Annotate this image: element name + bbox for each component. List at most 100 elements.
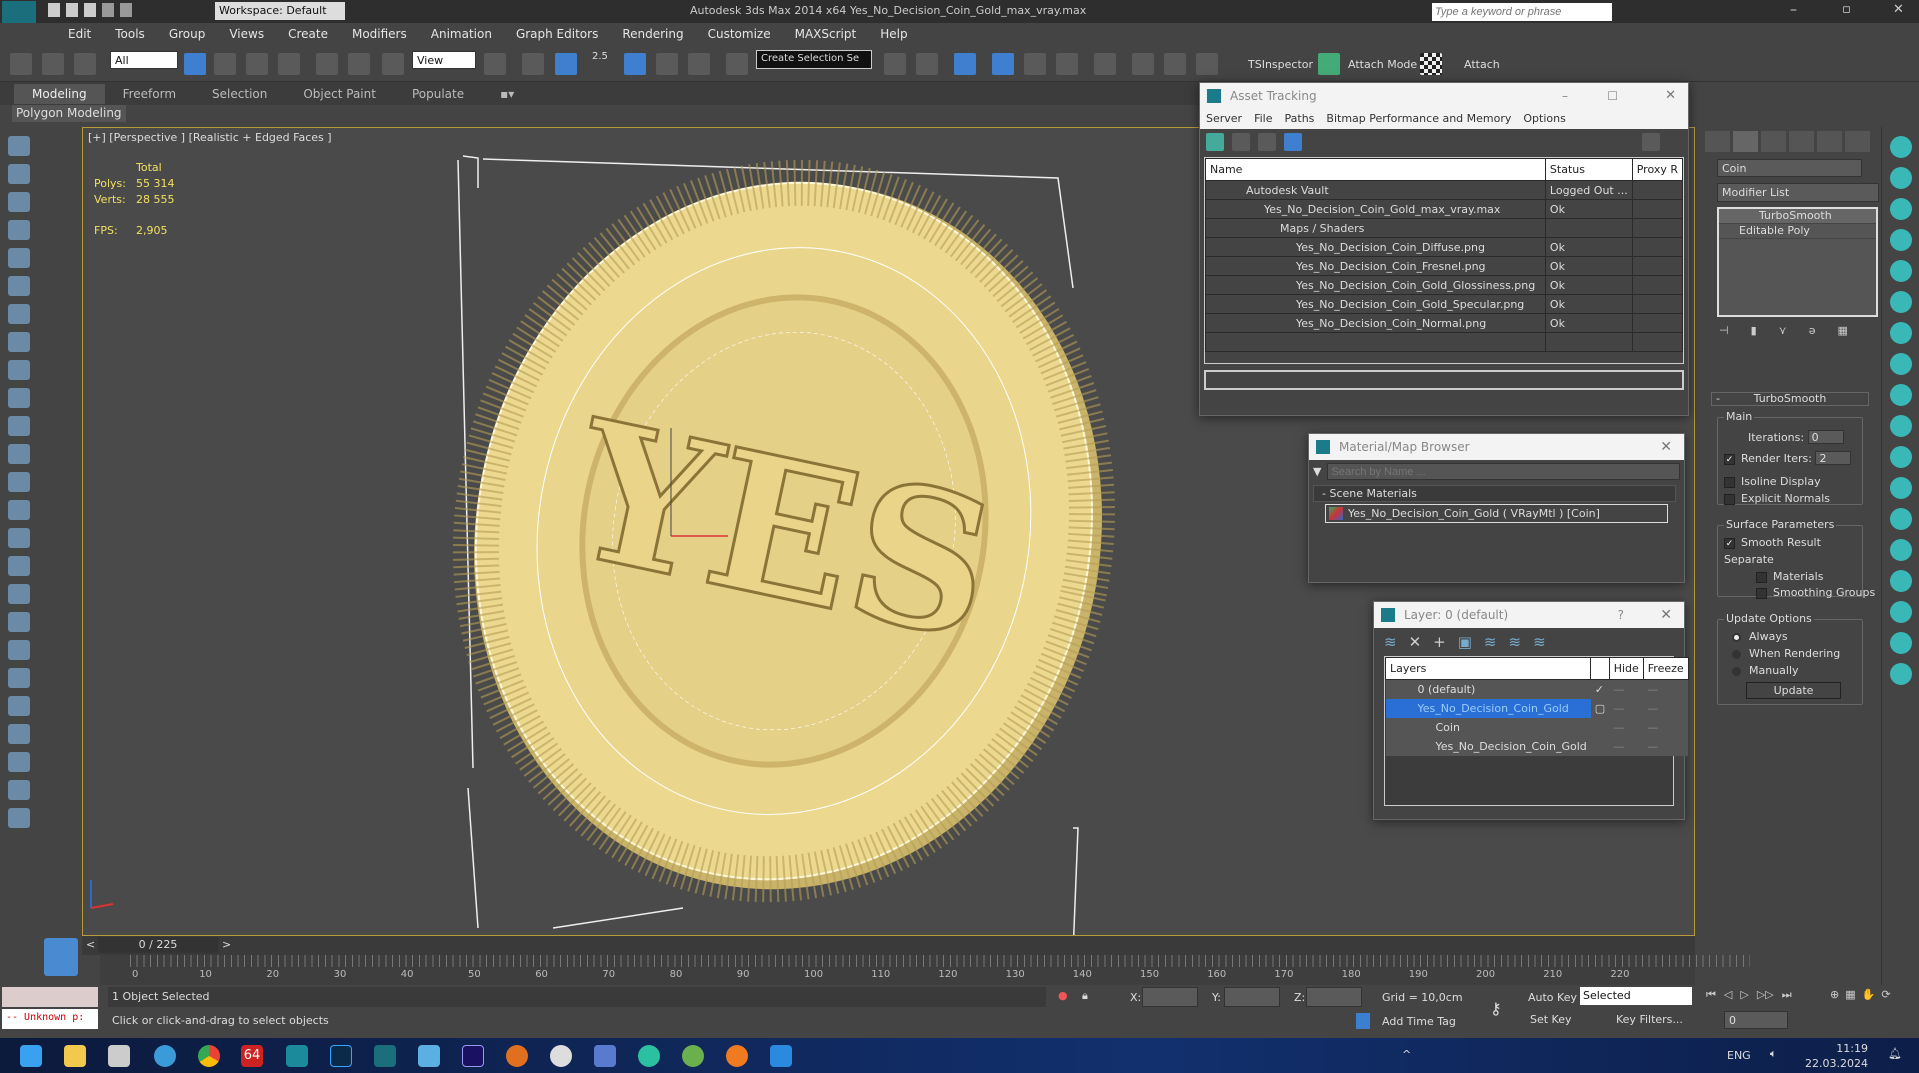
layer-row[interactable]: 0 (default) ✓ — —	[1385, 679, 1689, 699]
freeze-all-icon[interactable]: ≋	[1533, 633, 1546, 651]
tool-icon[interactable]	[7, 640, 30, 660]
layer-titlebar[interactable]: Layer: 0 (default) ? ✕	[1374, 602, 1684, 628]
after-effects-icon[interactable]	[462, 1045, 484, 1067]
table-row[interactable]: Yes_No_Decision_Coin_Gold_Specular.png Ok	[1205, 294, 1683, 314]
list-icon[interactable]	[1889, 322, 1912, 344]
col-freeze[interactable]: Freeze	[1642, 657, 1689, 680]
workspace-dropdown[interactable]: Workspace: Default	[215, 2, 345, 20]
render-iters-checkbox[interactable]: ✓	[1724, 453, 1735, 465]
go-to-end-icon[interactable]: ⏭	[1782, 988, 1792, 1002]
refresh-icon[interactable]	[1206, 133, 1224, 151]
table-row[interactable]: Yes_No_Decision_Coin_Normal.png Ok	[1205, 313, 1683, 333]
key-mode-dropdown[interactable]: Selected	[1580, 987, 1692, 1005]
tree-icon[interactable]	[1889, 260, 1912, 282]
bind-space-warp-icon[interactable]	[74, 53, 96, 75]
select-manipulate-icon[interactable]	[522, 53, 544, 75]
tool-icon[interactable]	[7, 584, 30, 604]
link-icon[interactable]	[10, 53, 32, 75]
show-end-result-icon[interactable]: ▮	[1751, 324, 1757, 337]
manually-radio[interactable]	[1732, 666, 1741, 676]
hierarchy-tab-icon[interactable]	[1761, 131, 1786, 152]
task-view-icon[interactable]	[108, 1045, 130, 1067]
layer-row[interactable]: Yes_No_Decision_Coin_Gold — —	[1385, 736, 1689, 756]
material-item[interactable]: Yes_No_Decision_Coin_Gold ( VRayMtl ) [C…	[1325, 504, 1668, 523]
tab-populate[interactable]: Populate	[394, 87, 482, 101]
layer-row[interactable]: Coin — —	[1385, 717, 1689, 737]
next-key-icon[interactable]: ▷▷	[1757, 988, 1774, 1002]
unlink-icon[interactable]	[42, 53, 64, 75]
polygon-modeling-tab[interactable]: Polygon Modeling	[12, 105, 126, 122]
menu-create[interactable]: Create	[276, 27, 340, 41]
maximize-button[interactable]: ☐	[1607, 83, 1618, 109]
tool-icon[interactable]	[7, 388, 30, 408]
tool-icon[interactable]	[7, 780, 30, 800]
tool-icon[interactable]	[7, 668, 30, 688]
edge-icon[interactable]	[638, 1045, 660, 1067]
language-indicator[interactable]: ENG	[1727, 1049, 1751, 1062]
rendered-frame-icon[interactable]	[1164, 53, 1186, 75]
table-row[interactable]: Yes_No_Decision_Coin_Gold_max_vray.max Ok	[1205, 199, 1683, 219]
time-tag-icon[interactable]	[1356, 1013, 1370, 1029]
menu-group[interactable]: Group	[157, 27, 218, 41]
ribbon-toggle-icon[interactable]	[992, 53, 1014, 75]
lock-selection-icon[interactable]: 🔒︎	[1082, 989, 1088, 1003]
menu-maxscript[interactable]: MAXScript	[783, 27, 869, 41]
tool-icon[interactable]	[7, 332, 30, 352]
zoom-all-icon[interactable]: ▦	[1845, 988, 1855, 1001]
file-explorer-icon[interactable]	[64, 1045, 86, 1067]
app-64-icon[interactable]: 64	[241, 1045, 263, 1067]
notepad-icon[interactable]	[418, 1045, 440, 1067]
windows-start-icon[interactable]	[20, 1045, 42, 1067]
z-coord-field[interactable]	[1306, 987, 1362, 1007]
tool-icon[interactable]	[7, 612, 30, 632]
3dsmax-active-icon[interactable]	[374, 1045, 396, 1067]
modifier-list-dropdown[interactable]: Modifier List	[1717, 183, 1879, 202]
thumbnail-view-icon[interactable]	[1258, 133, 1276, 151]
tab-freeform[interactable]: Freeform	[105, 87, 194, 101]
configure-sets-icon[interactable]: ▦	[1838, 324, 1848, 337]
tool-icon[interactable]	[7, 416, 30, 436]
table-view-icon[interactable]	[1284, 133, 1302, 151]
make-unique-icon[interactable]: ⋎	[1779, 324, 1787, 337]
table-row[interactable]: Yes_No_Decision_Coin_Diffuse.png Ok	[1205, 237, 1683, 257]
col-status[interactable]: Status	[1544, 158, 1633, 181]
materials-checkbox[interactable]	[1756, 571, 1767, 583]
prev-frame-button[interactable]: <	[86, 938, 95, 951]
align-icon[interactable]	[916, 53, 938, 75]
menu-tools[interactable]: Tools	[103, 27, 157, 41]
close-button[interactable]: ✕	[1665, 83, 1676, 109]
menu-rendering[interactable]: Rendering	[610, 27, 695, 41]
set-key-button[interactable]: Set Key	[1530, 1013, 1572, 1026]
explicit-normals-checkbox[interactable]	[1724, 493, 1735, 505]
rotate-icon[interactable]	[348, 53, 370, 75]
window-icon[interactable]	[1889, 508, 1912, 530]
new-layer-icon[interactable]: ≋	[1384, 633, 1397, 651]
help-icon[interactable]	[1642, 133, 1660, 151]
tray-chevron-icon[interactable]: ^	[1402, 1048, 1411, 1061]
utilities-tab-icon[interactable]	[1845, 131, 1870, 152]
volume-icon[interactable]: 🔈︎	[1770, 1047, 1777, 1061]
tab-modeling[interactable]: Modeling	[14, 83, 105, 104]
delete-layer-icon[interactable]: ✕	[1409, 633, 1422, 651]
when-rendering-radio[interactable]	[1732, 649, 1741, 659]
menu-paths[interactable]: Paths	[1285, 109, 1315, 129]
keyboard-shortcut-icon[interactable]	[555, 53, 577, 75]
app-q-icon[interactable]	[550, 1045, 572, 1067]
display-tab-icon[interactable]	[1817, 131, 1842, 152]
layer-manager-icon[interactable]	[954, 53, 976, 75]
ribbon-options-icon[interactable]: ▪▾	[482, 87, 532, 101]
menu-options[interactable]: Options	[1523, 109, 1565, 129]
y-coord-field[interactable]	[1224, 987, 1280, 1007]
redo-icon[interactable]	[120, 3, 132, 17]
move-icon[interactable]	[316, 53, 338, 75]
schematic-view-icon[interactable]	[1056, 53, 1078, 75]
menu-animation[interactable]: Animation	[419, 27, 504, 41]
app-g-icon[interactable]	[506, 1045, 528, 1067]
add-time-tag[interactable]: Add Time Tag	[1382, 1015, 1456, 1028]
mirror-icon[interactable]	[884, 53, 906, 75]
filter-icon[interactable]: ▼	[1313, 465, 1321, 478]
menu-graph-editors[interactable]: Graph Editors	[504, 27, 610, 41]
tool-icon[interactable]	[7, 248, 30, 268]
camera-add-icon[interactable]	[1889, 167, 1912, 189]
col-name[interactable]: Name	[1205, 158, 1546, 181]
